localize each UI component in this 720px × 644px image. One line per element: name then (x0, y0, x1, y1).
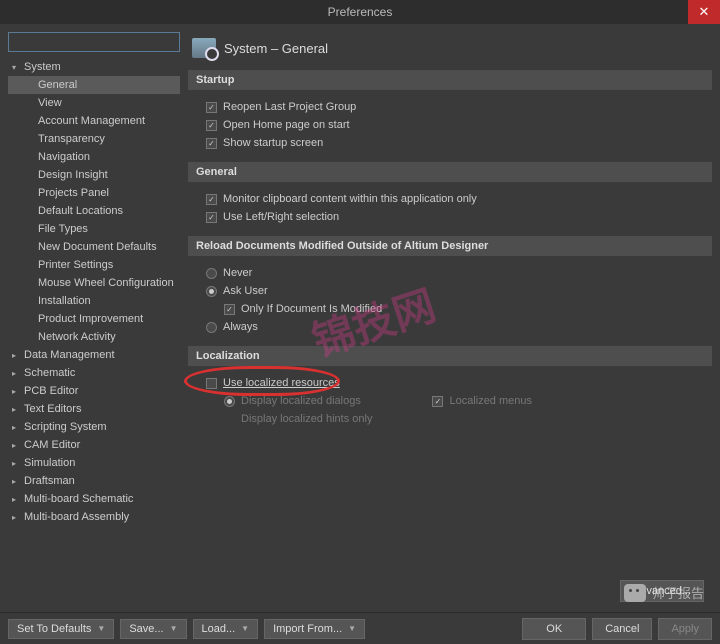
radio-never[interactable]: Never (206, 264, 708, 282)
tree-item[interactable]: ▸Draftsman (8, 472, 180, 490)
tree-item[interactable]: Account Management (8, 112, 180, 130)
check-only-if-modified[interactable]: Only If Document Is Modified (224, 300, 708, 318)
tree-item[interactable]: Product Improvement (8, 310, 180, 328)
chevron-down-icon: ▼ (97, 624, 105, 633)
wechat-overlay: 帅子报告 (624, 583, 704, 602)
radio-icon (206, 286, 217, 297)
import-button[interactable]: Import From... ▼ (264, 619, 365, 639)
close-icon: ✕ (699, 4, 710, 20)
cancel-button[interactable]: Cancel (592, 618, 652, 640)
radio-icon (206, 322, 217, 333)
section-startup: Startup (188, 70, 712, 90)
tree-item[interactable]: ▸Text Editors (8, 400, 180, 418)
tree-item[interactable]: ▸CAM Editor (8, 436, 180, 454)
radio-always[interactable]: Always (206, 318, 708, 336)
caret-down-icon: ▾ (12, 63, 22, 72)
checkbox-icon (206, 212, 217, 223)
tree-item[interactable]: ▸Schematic (8, 364, 180, 382)
checkbox-icon (206, 102, 217, 113)
wechat-icon (624, 584, 646, 602)
radio-icon (224, 396, 235, 407)
check-localized-menus: Localized menus (432, 392, 532, 410)
tree-item[interactable]: Default Locations (8, 202, 180, 220)
tree-item[interactable]: Mouse Wheel Configuration (8, 274, 180, 292)
radio-icon (206, 268, 217, 279)
page-icon (192, 38, 216, 58)
checkbox-icon (206, 120, 217, 131)
tree-item[interactable]: File Types (8, 220, 180, 238)
tree-item[interactable]: General (8, 76, 180, 94)
tree-item[interactable]: Design Insight (8, 166, 180, 184)
radio-ask-user[interactable]: Ask User (206, 282, 708, 300)
check-display-hints: Display localized hints only (224, 410, 372, 428)
caret-right-icon: ▸ (12, 351, 22, 360)
check-clipboard[interactable]: Monitor clipboard content within this ap… (206, 190, 708, 208)
page-title: System – General (224, 41, 328, 56)
tree-item[interactable]: ▸Simulation (8, 454, 180, 472)
radio-display-dialogs: Display localized dialogs (224, 392, 372, 410)
check-show-startup[interactable]: Show startup screen (206, 134, 708, 152)
tree-item[interactable]: ▸Scripting System (8, 418, 180, 436)
checkbox-icon (224, 304, 235, 315)
caret-right-icon: ▸ (12, 387, 22, 396)
tree-item[interactable]: ▸Multi-board Assembly (8, 508, 180, 526)
preferences-tree: ▾ System GeneralViewAccount ManagementTr… (8, 58, 180, 526)
check-leftright[interactable]: Use Left/Right selection (206, 208, 708, 226)
check-use-localized[interactable]: Use localized resources (206, 374, 708, 392)
left-panel: 🔍 ▾ System GeneralViewAccount Management… (8, 32, 180, 608)
section-reload: Reload Documents Modified Outside of Alt… (188, 236, 712, 256)
tree-item[interactable]: Navigation (8, 148, 180, 166)
tree-item[interactable]: Installation (8, 292, 180, 310)
tree-item-system[interactable]: ▾ System (8, 58, 180, 76)
tree-item[interactable]: New Document Defaults (8, 238, 180, 256)
close-button[interactable]: ✕ (688, 0, 720, 24)
check-open-home[interactable]: Open Home page on start (206, 116, 708, 134)
caret-right-icon: ▸ (12, 513, 22, 522)
caret-right-icon: ▸ (12, 495, 22, 504)
chevron-down-icon: ▼ (348, 624, 356, 633)
tree-item[interactable]: Projects Panel (8, 184, 180, 202)
tree-item[interactable]: View (8, 94, 180, 112)
defaults-button[interactable]: Set To Defaults ▼ (8, 619, 114, 639)
caret-right-icon: ▸ (12, 477, 22, 486)
search-input[interactable] (8, 32, 180, 52)
section-localization: Localization (188, 346, 712, 366)
caret-right-icon: ▸ (12, 459, 22, 468)
tree-item[interactable]: ▸PCB Editor (8, 382, 180, 400)
window-title: Preferences (328, 5, 393, 19)
caret-right-icon: ▸ (12, 441, 22, 450)
content-panel: System – General Startup Reopen Last Pro… (188, 32, 712, 608)
tree-item[interactable]: ▸Data Management (8, 346, 180, 364)
section-general: General (188, 162, 712, 182)
chevron-down-icon: ▼ (241, 624, 249, 633)
save-button[interactable]: Save... ▼ (120, 619, 186, 639)
tree-item[interactable]: Network Activity (8, 328, 180, 346)
tree-item[interactable]: Transparency (8, 130, 180, 148)
ok-button[interactable]: OK (522, 618, 586, 640)
apply-button[interactable]: Apply (658, 618, 712, 640)
titlebar: Preferences ✕ (0, 0, 720, 24)
footer: Set To Defaults ▼ Save... ▼ Load... ▼ Im… (0, 612, 720, 644)
caret-right-icon: ▸ (12, 405, 22, 414)
tree-item[interactable]: ▸Multi-board Schematic (8, 490, 180, 508)
caret-right-icon: ▸ (12, 369, 22, 378)
caret-right-icon: ▸ (12, 423, 22, 432)
tree-item[interactable]: Printer Settings (8, 256, 180, 274)
checkbox-icon (206, 378, 217, 389)
checkbox-icon (432, 396, 443, 407)
checkbox-icon (206, 138, 217, 149)
load-button[interactable]: Load... ▼ (193, 619, 259, 639)
checkbox-icon (206, 194, 217, 205)
chevron-down-icon: ▼ (170, 624, 178, 633)
check-reopen-last-project[interactable]: Reopen Last Project Group (206, 98, 708, 116)
